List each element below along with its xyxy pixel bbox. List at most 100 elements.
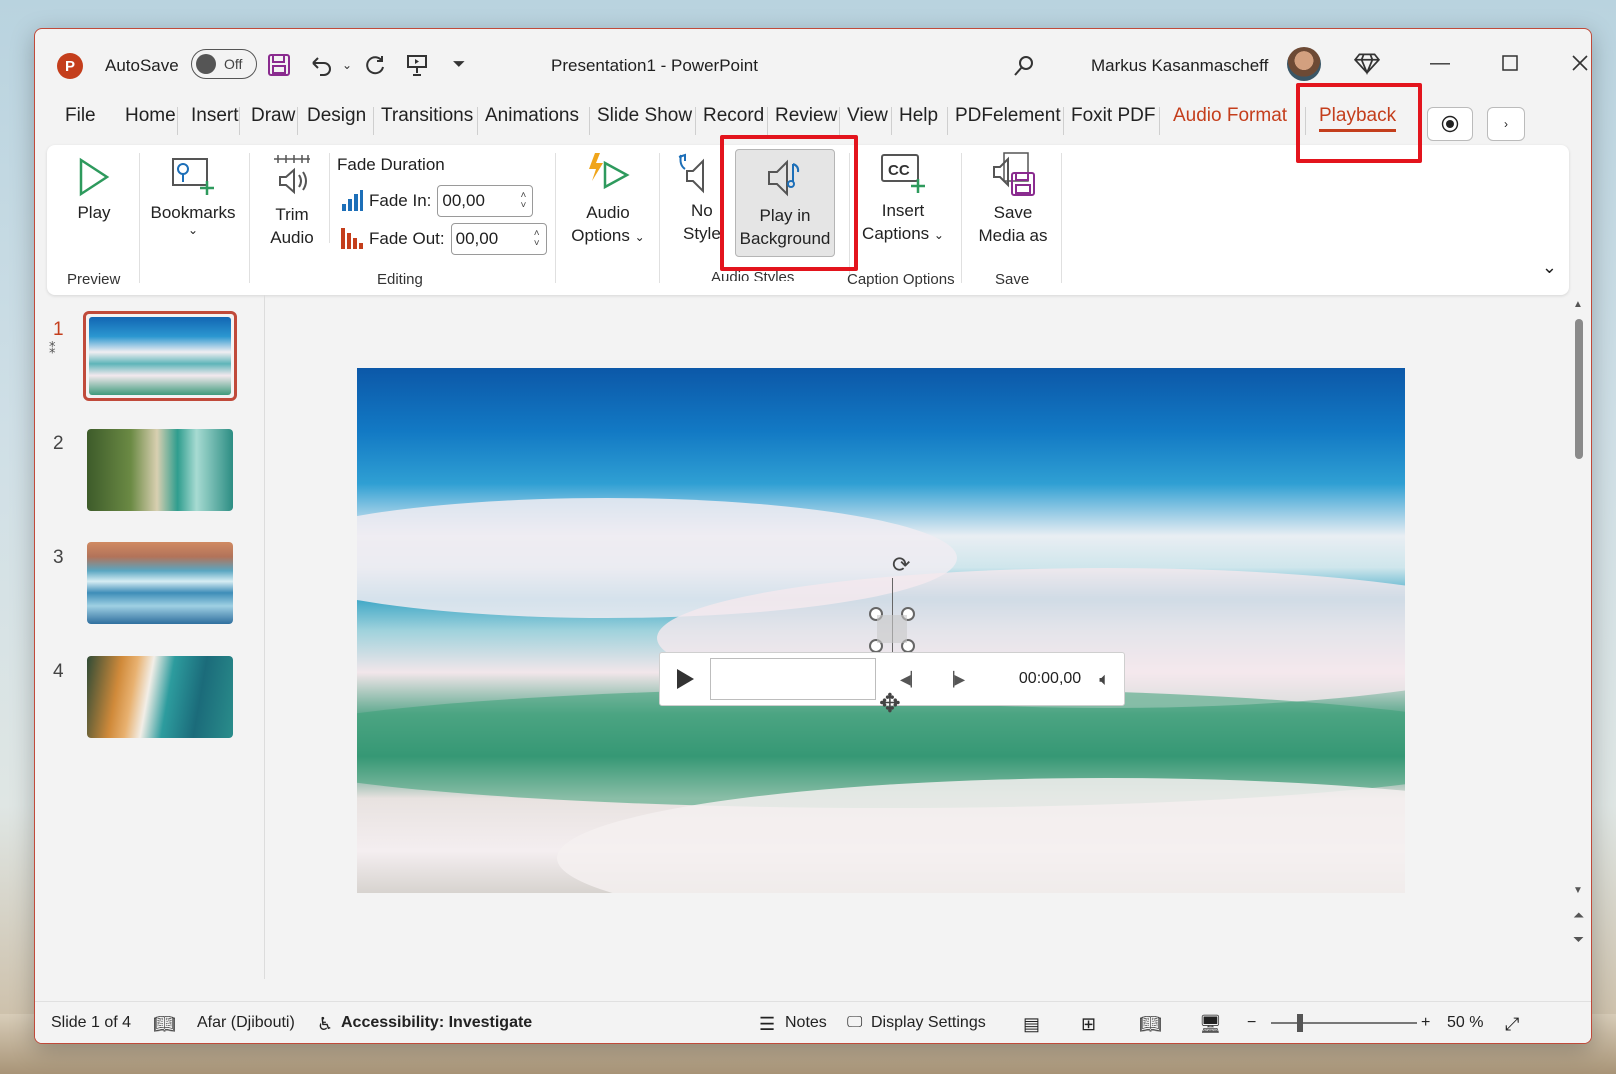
spinner-icon[interactable]: ˄ ˅	[521, 191, 527, 211]
tab-record[interactable]: Record	[703, 105, 764, 127]
slide-number: 4	[53, 661, 64, 682]
tab-design[interactable]: Design	[307, 105, 366, 127]
fade-out-input[interactable]: 00,00 ˄ ˅	[450, 223, 547, 255]
tab-foxit-pdf[interactable]: Foxit PDF	[1071, 105, 1155, 127]
fit-to-window-icon[interactable]: ⤢	[1505, 1014, 1519, 1035]
slide-show-view-icon[interactable]: 🖥︎	[1199, 1014, 1222, 1035]
tab-file[interactable]: File	[65, 105, 96, 127]
no-style-button[interactable]: No Style	[667, 153, 727, 245]
previous-slide-icon[interactable]: ⏶	[1573, 907, 1584, 924]
rotate-handle-icon[interactable]: ⟳	[892, 552, 910, 578]
zoom-level[interactable]: 50 %	[1447, 1014, 1483, 1032]
notes-button[interactable]: Notes	[785, 1014, 827, 1032]
slide-canvas[interactable]: ⟳ ◀︎▏ ▕▶︎ 00:00,00 🔈︎ ✥	[357, 368, 1405, 893]
slide-thumbnail-2[interactable]	[87, 429, 233, 511]
powerpoint-window: P AutoSave Off ⌄ ⏷ Presentation1 - Power…	[34, 28, 1592, 1044]
accessibility-status[interactable]: Accessibility: Investigate	[341, 1014, 532, 1032]
next-slide-icon[interactable]: ⏷	[1573, 931, 1584, 948]
zoom-out-icon[interactable]: −	[1247, 1014, 1256, 1032]
normal-view-icon[interactable]: ▤	[1023, 1014, 1040, 1035]
chevron-down-icon: ⌄	[634, 230, 645, 244]
insert-captions-button[interactable]: CC Insert Captions ⌄	[855, 153, 951, 247]
undo-icon[interactable]	[307, 51, 335, 79]
avatar[interactable]	[1287, 47, 1321, 81]
present-from-start-icon[interactable]	[403, 51, 431, 79]
skip-back-icon[interactable]: ◀︎▏	[900, 671, 922, 688]
premium-diamond-icon[interactable]	[1353, 49, 1381, 77]
spelling-check-icon[interactable]: 📖︎	[153, 1014, 176, 1035]
tab-home[interactable]: Home	[125, 105, 176, 127]
chevron-down-icon: ⌄	[933, 228, 944, 242]
vertical-scrollbar[interactable]: ▲ ▼ ⏶ ⏷	[1567, 295, 1591, 979]
zoom-in-icon[interactable]: +	[1421, 1014, 1430, 1032]
bookmarks-button[interactable]: Bookmarks ⌄	[145, 157, 241, 236]
save-media-as-label-2: Media as	[978, 226, 1048, 245]
tab-separator	[891, 107, 892, 135]
tab-separator	[695, 107, 696, 135]
close-button[interactable]	[1555, 43, 1591, 83]
fade-duration-label: Fade Duration	[337, 155, 445, 174]
fade-out-row: Fade Out: 00,00 ˄ ˅	[341, 223, 547, 255]
slide-thumbnail-4[interactable]	[87, 656, 233, 738]
tab-separator	[239, 107, 240, 135]
zoom-slider[interactable]	[1271, 1022, 1417, 1024]
search-icon[interactable]	[1010, 52, 1038, 80]
volume-icon[interactable]: 🔈︎	[1099, 669, 1110, 690]
language[interactable]: Afar (Djibouti)	[197, 1014, 295, 1032]
fade-in-input[interactable]: 00,00 ˄ ˅	[437, 185, 534, 217]
slide-number: 1	[53, 319, 64, 340]
no-style-label-2: Style	[683, 224, 721, 243]
slide-thumbnail-1[interactable]	[83, 311, 237, 401]
reading-view-icon[interactable]: 📖︎	[1139, 1014, 1162, 1035]
svg-text:CC: CC	[888, 162, 910, 179]
audio-speaker-icon[interactable]	[877, 615, 907, 643]
trim-audio-button[interactable]: Trim Audio	[259, 155, 325, 249]
save-icon[interactable]	[265, 51, 293, 79]
scroll-down-icon[interactable]: ▼	[1573, 885, 1583, 896]
tab-pdfelement[interactable]: PDFelement	[955, 105, 1061, 127]
zoom-slider-thumb[interactable]	[1297, 1014, 1303, 1032]
minimize-button[interactable]: —	[1415, 43, 1465, 83]
notes-icon[interactable]: ☰	[759, 1014, 775, 1035]
chevron-down-icon: ⌄	[187, 223, 199, 237]
audio-options-button[interactable]: Audio Options ⌄	[563, 151, 653, 249]
save-group-label: Save	[995, 271, 1030, 288]
player-play-button[interactable]	[660, 668, 710, 690]
tab-separator	[297, 107, 298, 135]
tab-review[interactable]: Review	[775, 105, 837, 127]
slide-sorter-icon[interactable]: ⊞	[1081, 1014, 1096, 1035]
share-chevron-icon[interactable]: ›	[1487, 107, 1525, 141]
autosave-toggle[interactable]: Off	[191, 49, 257, 79]
tab-insert[interactable]: Insert	[191, 105, 239, 127]
group-separator	[249, 153, 250, 283]
player-progress-track[interactable]	[710, 658, 876, 700]
tab-audio-format[interactable]: Audio Format	[1173, 105, 1287, 127]
user-name[interactable]: Markus Kasanmascheff	[1091, 56, 1268, 76]
scrollbar-thumb[interactable]	[1575, 319, 1583, 459]
scroll-up-icon[interactable]: ▲	[1573, 299, 1583, 310]
slide-thumbnail-3[interactable]	[87, 542, 233, 624]
tab-slide-show[interactable]: Slide Show	[597, 105, 692, 127]
play-button[interactable]: Play	[59, 157, 129, 224]
display-settings-button[interactable]: Display Settings	[871, 1014, 986, 1032]
spinner-icon[interactable]: ˄ ˅	[534, 229, 540, 249]
record-button[interactable]	[1427, 107, 1473, 141]
save-media-as-button[interactable]: Save Media as	[971, 151, 1055, 247]
tab-separator	[589, 107, 590, 135]
playback-tab-highlight	[1296, 83, 1422, 163]
tab-transitions[interactable]: Transitions	[381, 105, 473, 127]
tab-view[interactable]: View	[847, 105, 888, 127]
tab-draw[interactable]: Draw	[251, 105, 295, 127]
maximize-button[interactable]	[1485, 43, 1535, 83]
undo-dropdown-icon[interactable]: ⌄	[333, 51, 361, 79]
customize-toolbar-icon[interactable]: ⏷	[445, 51, 473, 79]
status-bar: Slide 1 of 4 📖︎ Afar (Djibouti) ♿︎ Acces…	[35, 1001, 1591, 1043]
skip-forward-icon[interactable]: ▕▶︎	[944, 671, 966, 688]
redo-icon[interactable]	[361, 51, 389, 79]
accessibility-icon[interactable]: ♿︎	[317, 1014, 333, 1035]
group-separator	[659, 153, 660, 283]
tab-help[interactable]: Help	[899, 105, 938, 127]
display-settings-icon[interactable]: 🖵︎	[847, 1014, 862, 1032]
tab-animations[interactable]: Animations	[485, 105, 579, 127]
collapse-ribbon-chevron-icon[interactable]: ⌄	[1542, 257, 1557, 278]
